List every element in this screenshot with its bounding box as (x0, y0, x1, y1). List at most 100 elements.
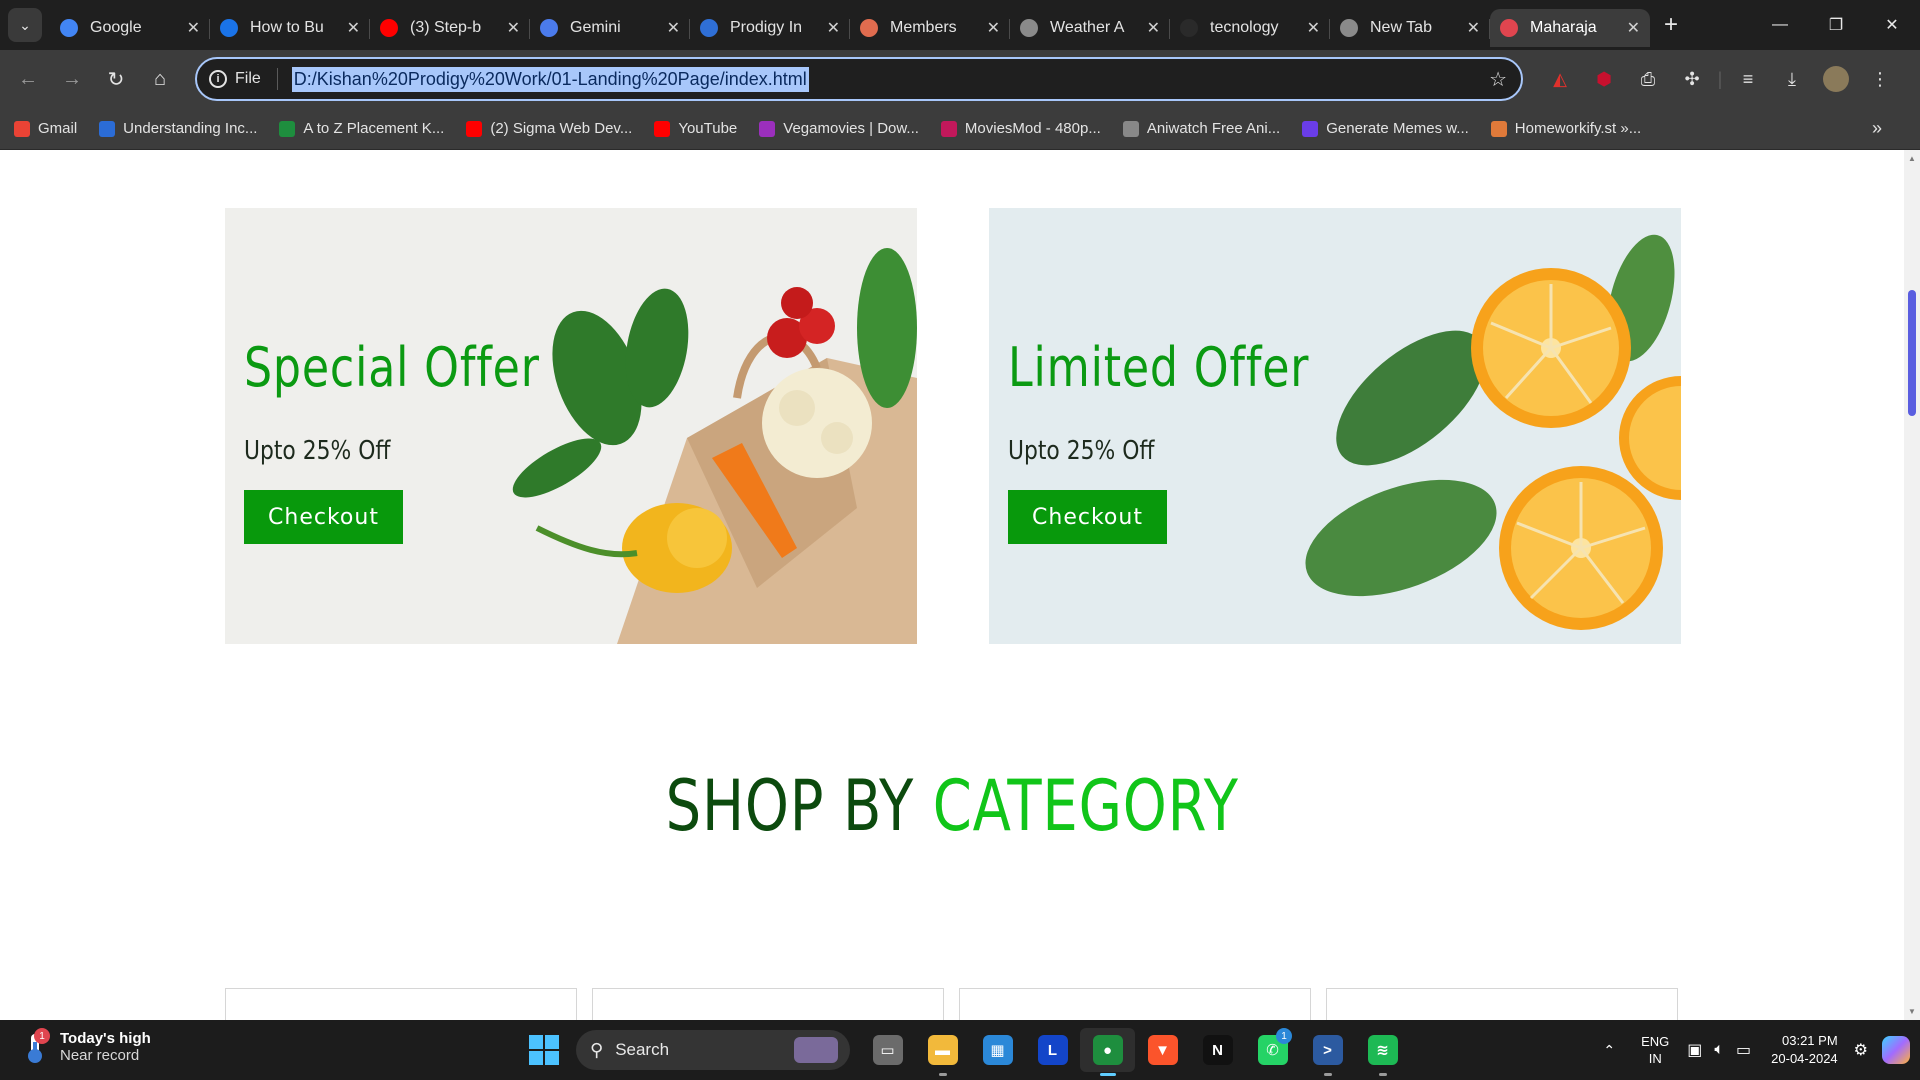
bookmark-star-icon[interactable]: ☆ (1489, 67, 1507, 92)
special-offer-banner: Special Offer Upto 25% Off Checkout (225, 208, 917, 644)
close-tab-icon[interactable]: ✕ (507, 18, 520, 38)
acrobat-extension-icon[interactable]: ◭ (1538, 60, 1582, 98)
category-card[interactable] (225, 988, 577, 1020)
bookmark-item[interactable]: YouTube (654, 120, 737, 137)
bookmark-item[interactable]: MoviesMod - 480p... (940, 120, 1101, 137)
running-indicator (939, 1073, 947, 1076)
microsoft-store-icon: ▦ (982, 1035, 1013, 1065)
printer-extension-icon[interactable]: ⎙ (1626, 60, 1670, 98)
category-card[interactable] (959, 988, 1311, 1020)
taskbar-app-button[interactable]: ≋ (1355, 1028, 1410, 1076)
battery-icon[interactable]: ▭ (1736, 1040, 1751, 1060)
taskbar-app-button[interactable]: ▭ (860, 1028, 915, 1072)
language-indicator[interactable]: ENG IN (1641, 1033, 1669, 1067)
browser-tab[interactable]: New Tab ✕ (1330, 9, 1490, 47)
close-tab-icon[interactable]: ✕ (1467, 18, 1480, 38)
scrollbar-thumb[interactable] (1908, 290, 1916, 416)
reading-list-icon[interactable]: ≡ (1726, 60, 1770, 98)
chevron-up-icon[interactable]: ⌃ (1603, 1042, 1615, 1059)
chevron-double-right-icon[interactable]: » (1872, 118, 1882, 139)
windows-start-icon[interactable] (528, 1034, 560, 1066)
close-tab-icon[interactable]: ✕ (1147, 18, 1160, 38)
kebab-menu-icon[interactable]: ⋮ (1858, 60, 1902, 98)
shop-by-category-heading: SHOP BY CATEGORY (0, 765, 1904, 847)
url-text[interactable]: D:/Kishan%20Prodigy%20Work/01-Landing%20… (291, 66, 809, 92)
codingninjas-icon (220, 19, 238, 37)
tab-title: (3) Step-b (410, 19, 482, 36)
bookmark-item[interactable]: Generate Memes w... (1302, 120, 1469, 137)
browser-tab[interactable]: Gemini ✕ (530, 9, 690, 47)
windows-taskbar: 1 Today's high Near record ⚲ Search ▭ ▬ ▦ L… (0, 1020, 1920, 1080)
reload-button[interactable]: ↻ (94, 57, 138, 101)
taskbar-search[interactable]: ⚲ Search (576, 1030, 850, 1070)
scroll-down-arrow-icon[interactable]: ▼ (1908, 1007, 1916, 1016)
limited-offer-banner: Limited Offer Upto 25% Off Checkout (989, 208, 1681, 644)
bookmark-label: Aniwatch Free Ani... (1146, 120, 1281, 137)
browser-tab[interactable]: How to Bu ✕ (210, 9, 370, 47)
back-button[interactable]: ← (6, 57, 50, 101)
browser-tab[interactable]: Members ✕ (850, 9, 1010, 47)
scroll-up-arrow-icon[interactable]: ▲ (1908, 154, 1916, 163)
bookmark-item[interactable]: Aniwatch Free Ani... (1122, 120, 1281, 137)
browser-tab[interactable]: Maharaja ✕ (1490, 9, 1650, 47)
taskbar-app-button[interactable]: > (1300, 1028, 1355, 1076)
tab-search-button[interactable]: ⌄ (8, 8, 42, 42)
extensions-puzzle-icon[interactable]: ✣ (1670, 60, 1714, 98)
taskbar-app-button[interactable]: ▬ (915, 1028, 970, 1076)
new-tab-button[interactable]: + (1664, 11, 1678, 39)
bookmark-item[interactable]: Vegamovies | Dow... (759, 120, 919, 137)
running-indicator (1100, 1073, 1116, 1076)
browser-tab[interactable]: (3) Step-b ✕ (370, 9, 530, 47)
browser-tab[interactable]: Prodigy In ✕ (690, 9, 850, 47)
close-tab-icon[interactable]: ✕ (667, 18, 680, 38)
taskbar-app-button[interactable]: ▼ (1135, 1028, 1190, 1072)
notifications-icon[interactable]: ⚙ (1854, 1040, 1868, 1060)
category-card[interactable] (592, 988, 944, 1020)
network-icon[interactable]: ▣ (1687, 1040, 1702, 1060)
category-card[interactable] (1326, 988, 1678, 1020)
taskbar-app-button[interactable]: ▦ (970, 1028, 1025, 1072)
bookmark-item[interactable]: A to Z Placement K... (279, 120, 444, 137)
homeworkify-icon (1490, 120, 1507, 137)
home-button[interactable]: ⌂ (138, 57, 182, 101)
close-window-icon[interactable]: ✕ (1864, 0, 1920, 50)
forward-button[interactable]: → (50, 57, 94, 101)
checkout-button[interactable]: Checkout (244, 490, 403, 544)
close-tab-icon[interactable]: ✕ (827, 18, 840, 38)
gmail-icon (14, 120, 30, 137)
browser-tab[interactable]: tecnology ✕ (1170, 9, 1330, 47)
profile-avatar[interactable] (1814, 60, 1858, 98)
minimize-icon[interactable]: — (1752, 0, 1808, 50)
download-icon[interactable]: ⤓ (1770, 60, 1814, 98)
taskbar-app-button[interactable]: N (1190, 1028, 1245, 1072)
bookmark-item[interactable]: Gmail (14, 120, 77, 137)
taskbar-app-button[interactable]: ✆ 1 (1245, 1028, 1300, 1072)
volume-icon[interactable]: 🔈︎ (1714, 1041, 1724, 1059)
taskbar-app-button[interactable]: ● (1080, 1028, 1135, 1076)
restore-icon[interactable]: ❐ (1808, 0, 1864, 50)
close-tab-icon[interactable]: ✕ (347, 18, 360, 38)
ublock-extension-icon[interactable]: ⬢ (1582, 60, 1626, 98)
address-bar[interactable]: i File D:/Kishan%20Prodigy%20Work/01-Lan… (195, 57, 1523, 101)
tab-title: Google (90, 19, 142, 36)
clock-time: 03:21 PM (1782, 1033, 1838, 1048)
taskbar-app-button[interactable]: L (1025, 1028, 1080, 1072)
site-info-button[interactable]: i File (209, 70, 261, 88)
clock[interactable]: 03:21 PM 20-04-2024 (1771, 1032, 1838, 1068)
page-scrollbar[interactable]: ▲ ▼ (1904, 150, 1920, 1020)
weather-badge: 1 (34, 1028, 50, 1044)
bookmark-item[interactable]: Understanding Inc... (99, 120, 257, 137)
copilot-icon[interactable] (1882, 1036, 1910, 1064)
tab-title: tecnology (1210, 19, 1279, 36)
close-tab-icon[interactable]: ✕ (987, 18, 1000, 38)
close-tab-icon[interactable]: ✕ (1627, 18, 1640, 38)
browser-tab[interactable]: Weather A ✕ (1010, 9, 1170, 47)
gemini-icon (540, 19, 558, 37)
browser-tab[interactable]: Google ✕ (50, 9, 210, 47)
weather-widget[interactable]: 1 Today's high Near record (22, 1028, 151, 1064)
close-tab-icon[interactable]: ✕ (1307, 18, 1320, 38)
bookmark-item[interactable]: Homeworkify.st »... (1490, 120, 1641, 137)
checkout-button[interactable]: Checkout (1008, 490, 1167, 544)
close-tab-icon[interactable]: ✕ (187, 18, 200, 38)
bookmark-item[interactable]: (2) Sigma Web Dev... (466, 120, 632, 137)
